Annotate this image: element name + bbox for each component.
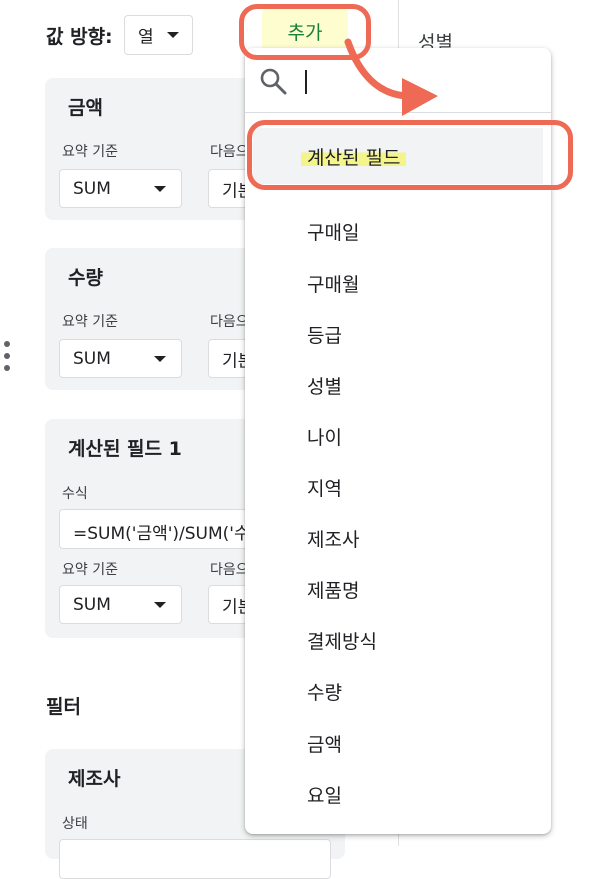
dropdown-item[interactable]: 금액	[307, 730, 342, 757]
drag-dot	[4, 365, 10, 371]
dropdown-item[interactable]: 제품명	[307, 576, 359, 603]
summarize-select[interactable]: SUM	[59, 585, 182, 624]
dropdown-item[interactable]: 지역	[307, 474, 342, 501]
show-as-label: 다음으	[210, 562, 249, 578]
dropdown-item[interactable]: 성별	[307, 372, 342, 399]
summarize-select[interactable]: SUM	[59, 339, 182, 378]
status-select[interactable]	[59, 839, 331, 879]
status-label: 상태	[62, 816, 88, 832]
card-title: 수량	[68, 267, 103, 289]
dropdown-item[interactable]: 수량	[307, 678, 342, 705]
dropdown-item[interactable]: 나이	[307, 423, 342, 450]
show-as-label: 다음으	[210, 144, 249, 160]
text-cursor	[305, 70, 307, 94]
filters-label: 필터	[46, 696, 81, 718]
formula-value: =SUM('금액')/SUM('수	[73, 524, 250, 544]
chevron-down-icon	[154, 356, 166, 362]
summarize-label: 요약 기준	[62, 144, 118, 160]
summarize-value: SUM	[73, 594, 111, 615]
search-icon	[258, 66, 288, 100]
drag-dot	[4, 353, 10, 359]
dropdown-item[interactable]: 등급	[307, 321, 342, 348]
show-as-label: 다음으	[210, 314, 249, 330]
card-title: 금액	[68, 97, 103, 119]
chevron-down-icon	[154, 186, 166, 192]
values-direction-label: 값 방향:	[46, 26, 113, 48]
annotation-circle-calculated-field	[247, 120, 573, 190]
drag-dot	[4, 341, 10, 347]
chevron-down-icon	[167, 32, 179, 38]
dropdown-item[interactable]: 제조사	[307, 525, 359, 552]
summarize-select[interactable]: SUM	[59, 169, 182, 208]
summarize-label: 요약 기준	[62, 562, 118, 578]
dropdown-item[interactable]: 구매일	[307, 218, 359, 245]
formula-label: 수식	[62, 486, 88, 502]
card-title: 제조사	[68, 768, 121, 790]
dropdown-item[interactable]: 요일	[307, 781, 342, 808]
values-direction-value: 열	[138, 27, 154, 48]
drag-handle-icon[interactable]	[4, 341, 10, 371]
dropdown-item[interactable]: 결제방식	[307, 627, 377, 654]
annotation-arrow-icon	[344, 38, 438, 116]
summarize-label: 요약 기준	[62, 314, 118, 330]
card-title: 계산된 필드 1	[68, 438, 182, 460]
summarize-value: SUM	[73, 178, 111, 199]
chevron-down-icon	[154, 602, 166, 608]
dropdown-item[interactable]: 구매월	[307, 270, 359, 297]
summarize-value: SUM	[73, 348, 111, 369]
values-direction-select[interactable]: 열	[124, 15, 193, 55]
